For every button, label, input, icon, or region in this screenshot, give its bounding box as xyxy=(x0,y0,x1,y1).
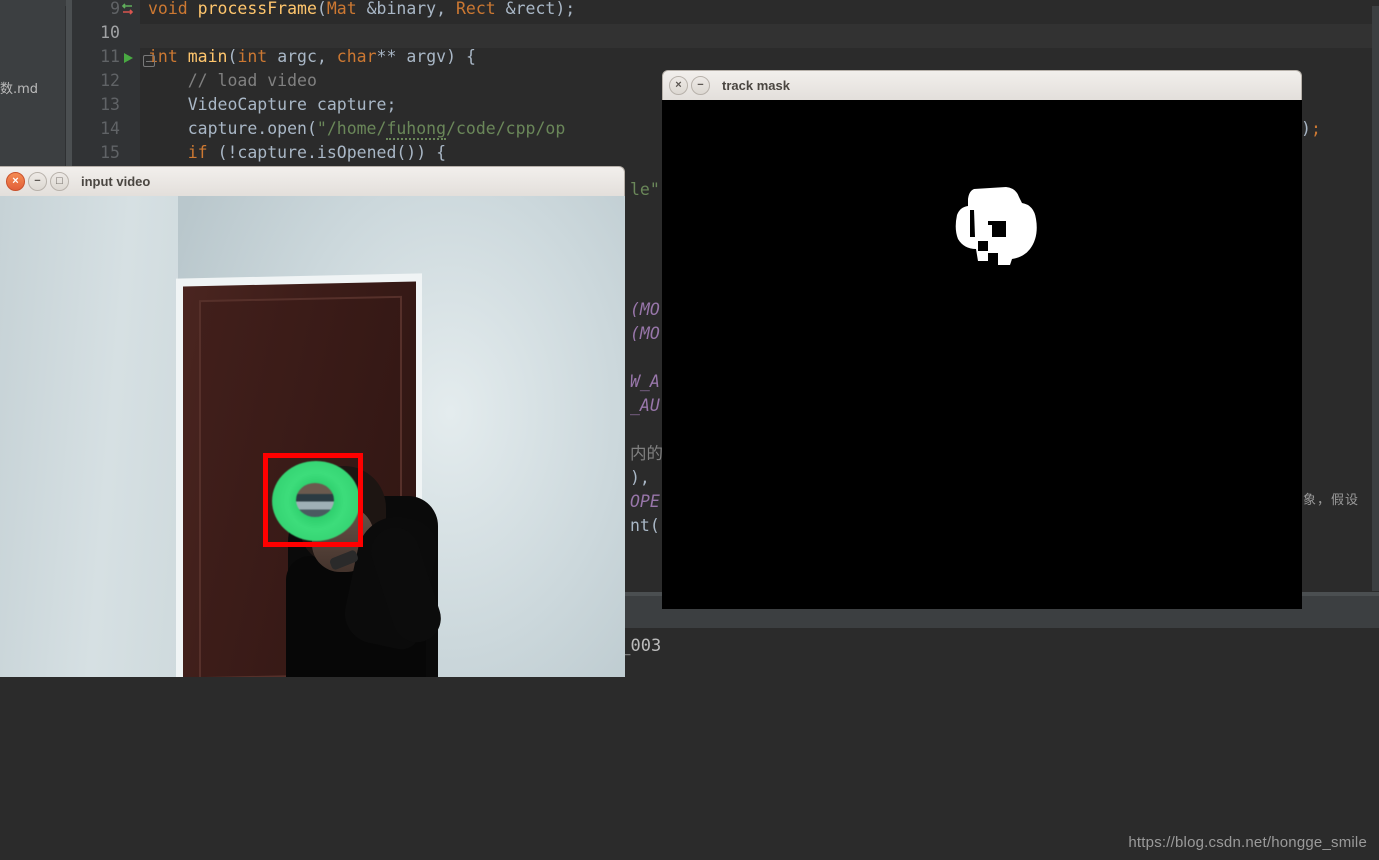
input-video-window[interactable]: × − □ input video xyxy=(0,166,625,677)
close-icon[interactable]: × xyxy=(669,76,688,95)
screen-root: 数.md 9 void processFrame(Mat &binary, Rec… xyxy=(0,0,1379,860)
code-token: argv xyxy=(406,47,447,66)
line-number: 15 xyxy=(100,143,120,162)
track-mask-titlebar[interactable]: × − track mask xyxy=(662,70,1302,100)
wall-left-panel xyxy=(0,196,178,677)
track-mask-title: track mask xyxy=(722,78,790,93)
code-line[interactable]: capture.open("/home/fuhong/code/cpp/op xyxy=(148,117,565,141)
project-file-item[interactable]: 数.md xyxy=(0,78,38,97)
code-token: ** xyxy=(376,47,407,66)
track-mask-canvas[interactable] xyxy=(662,100,1302,609)
minimize-icon[interactable]: − xyxy=(691,76,710,95)
code-token: char xyxy=(336,47,377,66)
line-number: 9 xyxy=(110,0,120,18)
code-fragment: W_A xyxy=(630,372,660,391)
code-token: capture.open( xyxy=(148,119,317,138)
binary-mask-blob xyxy=(944,185,1040,271)
code-token: processFrame xyxy=(197,0,317,18)
override-arrows-icon[interactable] xyxy=(118,0,138,21)
tracking-bounding-box xyxy=(263,453,363,547)
code-token: ( xyxy=(316,0,327,18)
code-token: Mat xyxy=(326,0,367,18)
code-line[interactable]: VideoCapture capture; xyxy=(148,93,397,117)
code-token: fuhong xyxy=(386,119,447,140)
code-line[interactable]: if (!capture.isOpened()) { xyxy=(148,141,446,165)
line-number: 11 xyxy=(100,47,120,66)
side-doc-text: 象，假设 xyxy=(1303,493,1360,508)
code-line-tail: ); xyxy=(1301,117,1321,141)
code-line[interactable]: void processFrame(Mat &binary, Rect &rec… xyxy=(148,0,575,21)
line-number: 10 xyxy=(100,23,120,42)
code-token: if xyxy=(187,143,218,162)
code-token: ) { xyxy=(446,47,476,66)
input-video-titlebar[interactable]: × − □ input video xyxy=(0,166,625,196)
code-fragment: OPE xyxy=(630,492,660,511)
code-token: void xyxy=(148,0,198,18)
code-line[interactable]: // load video xyxy=(148,69,317,93)
close-icon[interactable]: × xyxy=(6,172,25,191)
code-line[interactable]: int main(int argc, char** argv) { xyxy=(148,45,476,69)
code-fragment: (MO xyxy=(630,300,660,319)
mask-blob-shape xyxy=(955,187,1037,265)
code-token: &binary, xyxy=(366,0,456,18)
minimize-icon[interactable]: − xyxy=(28,172,47,191)
code-token: // load video xyxy=(148,71,317,90)
code-fold-icon[interactable] xyxy=(143,55,155,67)
line-number: 12 xyxy=(100,71,120,90)
code-token: capture xyxy=(316,95,387,114)
input-video-canvas[interactable]: adidas xyxy=(0,196,625,677)
code-token: int xyxy=(237,47,278,66)
code-fragment: nt( xyxy=(630,516,660,535)
line-number: 14 xyxy=(100,119,120,138)
line-number: 13 xyxy=(100,95,120,114)
video-frame: adidas xyxy=(0,196,625,677)
code-token: (!capture.isOpened()) { xyxy=(217,143,447,162)
right-scrollbar[interactable] xyxy=(1372,6,1379,591)
code-fragment: le" xyxy=(630,180,660,199)
track-mask-window[interactable]: × − track mask xyxy=(662,70,1302,609)
code-token: /code/cpp/op xyxy=(446,119,566,138)
code-token: &rect xyxy=(505,0,556,18)
code-token: ) xyxy=(1301,119,1311,138)
maximize-icon[interactable]: □ xyxy=(50,172,69,191)
code-token: main xyxy=(187,47,228,66)
code-token: "/home/ xyxy=(316,119,387,138)
run-gutter-icon[interactable] xyxy=(118,45,138,69)
code-token: ); xyxy=(555,0,576,18)
code-token: ( xyxy=(227,47,238,66)
code-fragment: (MO xyxy=(630,324,660,343)
code-token: ; xyxy=(1310,119,1321,138)
watermark-text: https://blog.csdn.net/hongge_smile xyxy=(1128,834,1367,851)
input-video-title: input video xyxy=(81,174,151,189)
code-token: ; xyxy=(386,95,397,114)
code-fragment: ), xyxy=(630,468,650,487)
code-token: argc, xyxy=(277,47,337,66)
code-token: Rect xyxy=(455,0,506,18)
code-fragment: 内的 xyxy=(630,444,663,463)
code-token: VideoCapture xyxy=(187,95,317,114)
code-fragment: _AU xyxy=(630,396,660,415)
